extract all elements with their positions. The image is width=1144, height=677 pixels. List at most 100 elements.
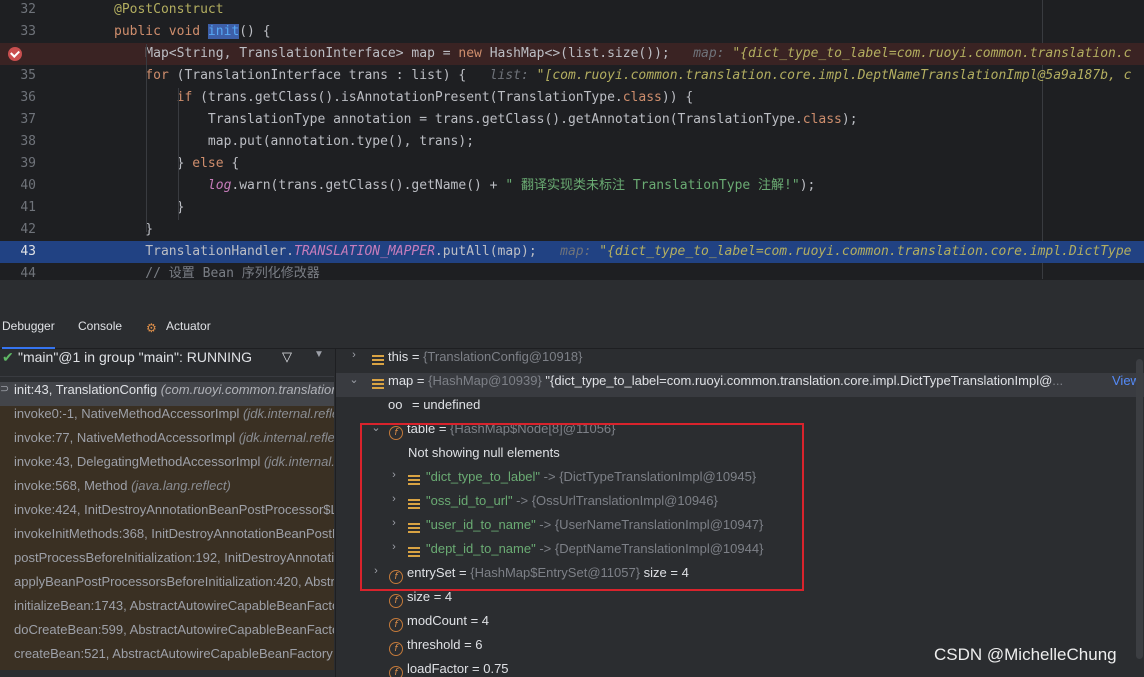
map-entry[interactable]: › "dict_type_to_label" -> {DictTypeTransl… bbox=[336, 469, 1144, 493]
entry-value: {DictTypeTranslationImpl@10945} bbox=[559, 469, 757, 484]
current-frame-arrow-icon: ⊃ bbox=[0, 383, 10, 395]
object-icon bbox=[372, 379, 384, 391]
code-text[interactable]: for (TranslationInterface trans : list) … bbox=[114, 65, 1131, 87]
code-line[interactable]: 34 Map<String, TranslationInterface> map… bbox=[0, 43, 1144, 65]
tab-console[interactable]: Console bbox=[78, 319, 122, 349]
chevron-down-icon[interactable]: ▼ bbox=[314, 349, 324, 360]
stack-frame[interactable]: invokeInitMethods:368, InitDestroyAnnota… bbox=[0, 526, 334, 550]
var-undefined[interactable]: oo = undefined bbox=[336, 397, 1144, 421]
thread-selector[interactable]: ✔ "main"@1 in group "main": RUNNING ▽ ▼ bbox=[0, 349, 334, 377]
code-text[interactable]: // 设置 Bean 序列化修改器 bbox=[114, 263, 319, 279]
breakpoint-icon[interactable] bbox=[8, 47, 22, 61]
code-line[interactable]: 44 // 设置 Bean 序列化修改器 bbox=[0, 263, 1144, 279]
frame-label: invoke:568, Method (java.lang.reflect) bbox=[14, 478, 231, 493]
map-entry[interactable]: › "user_id_to_name" -> {UserNameTranslati… bbox=[336, 517, 1144, 541]
code-text[interactable]: map.put(annotation.type(), trans); bbox=[114, 131, 474, 153]
vertical-scrollbar[interactable] bbox=[1136, 359, 1143, 659]
var-table[interactable]: ⌄ f table = {HashMap$Node[8]@11056} bbox=[336, 421, 1144, 445]
code-line[interactable]: 41 } bbox=[0, 197, 1144, 219]
frame-method: createBean:521, AbstractAutowireCapableB… bbox=[14, 646, 333, 661]
line-number[interactable]: 42 bbox=[0, 219, 36, 241]
frame-method: invoke:77, NativeMethodAccessorImpl bbox=[14, 430, 239, 445]
frame-method: init:43, TranslationConfig bbox=[14, 382, 161, 397]
stack-frame[interactable]: invoke:424, InitDestroyAnnotationBeanPos… bbox=[0, 502, 334, 526]
variables-panel: › this = {TranslationConfig@10918} ⌄ map… bbox=[335, 349, 1144, 677]
code-line[interactable]: 40 log.warn(trans.getClass().getName() +… bbox=[0, 175, 1144, 197]
stack-frame[interactable]: postProcessBeforeInitialization:192, Ini… bbox=[0, 550, 334, 574]
code-token: list: bbox=[489, 68, 537, 83]
code-editor[interactable]: 32 @PostConstruct 33 public void init() {34… bbox=[0, 0, 1144, 279]
line-number[interactable]: 35 bbox=[0, 65, 36, 87]
code-text[interactable]: TranslationHandler.TRANSLATION_MAPPER.pu… bbox=[114, 241, 1131, 263]
code-text[interactable]: Map<String, TranslationInterface> map = … bbox=[114, 43, 1131, 65]
map-entry[interactable]: › "dept_id_to_name" -> {DeptNameTranslati… bbox=[336, 541, 1144, 565]
tab-actuator-label: Actuator bbox=[166, 319, 211, 333]
code-line[interactable]: 38 map.put(annotation.type(), trans); bbox=[0, 131, 1144, 153]
var-modcount[interactable]: f modCount = 4 bbox=[336, 613, 1144, 637]
line-number[interactable]: 41 bbox=[0, 197, 36, 219]
code-line[interactable]: 42 } bbox=[0, 219, 1144, 241]
entry-key: "user_id_to_name" bbox=[426, 517, 536, 532]
tab-actuator[interactable]: ⚙ Actuator bbox=[146, 319, 211, 349]
var-value: "{dict_type_to_label=com.ruoyi.common.tr… bbox=[545, 373, 1053, 388]
code-text[interactable]: if (trans.getClass().isAnnotationPresent… bbox=[114, 87, 694, 109]
line-number[interactable]: 36 bbox=[0, 87, 36, 109]
code-line[interactable]: 35 for (TranslationInterface trans : lis… bbox=[0, 65, 1144, 87]
line-number[interactable]: 44 bbox=[0, 263, 36, 279]
var-size: size = 4 bbox=[643, 565, 689, 580]
code-text[interactable]: log.warn(trans.getClass().getName() + " … bbox=[114, 175, 815, 197]
stack-frame[interactable]: doCreateBean:599, AbstractAutowireCapabl… bbox=[0, 622, 334, 646]
chevron-right-icon[interactable]: › bbox=[388, 493, 400, 505]
code-text[interactable]: } else { bbox=[114, 153, 240, 175]
frame-method: invoke:424, InitDestroyAnnotationBeanPos… bbox=[14, 502, 334, 517]
stack-frame[interactable]: initializeBean:1743, AbstractAutowireCap… bbox=[0, 598, 334, 622]
code-text[interactable]: public void init() { bbox=[114, 21, 271, 43]
code-line[interactable]: 32 @PostConstruct bbox=[0, 0, 1144, 21]
chevron-down-icon[interactable]: ⌄ bbox=[348, 373, 360, 386]
code-line[interactable]: 33 public void init() { bbox=[0, 21, 1144, 43]
code-text[interactable]: } bbox=[114, 219, 153, 241]
line-number[interactable]: 32 bbox=[0, 0, 36, 21]
stack-frame[interactable]: invoke0:-1, NativeMethodAccessorImpl (jd… bbox=[0, 406, 334, 430]
code-text[interactable]: } bbox=[114, 197, 185, 219]
code-text[interactable]: @PostConstruct bbox=[114, 0, 224, 21]
code-line[interactable]: 39 } else { bbox=[0, 153, 1144, 175]
var-this[interactable]: › this = {TranslationConfig@10918} bbox=[336, 349, 1144, 373]
chevron-right-icon[interactable]: › bbox=[388, 469, 400, 481]
frame-method: invoke0:-1, NativeMethodAccessorImpl bbox=[14, 406, 244, 421]
map-entry[interactable]: › "oss_id_to_url" -> {OssUrlTranslationIm… bbox=[336, 493, 1144, 517]
code-token: { bbox=[231, 156, 240, 171]
line-number[interactable]: 39 bbox=[0, 153, 36, 175]
code-token: else bbox=[192, 156, 232, 171]
var-entryset[interactable]: › f entrySet = {HashMap$EntrySet@11057} … bbox=[336, 565, 1144, 589]
line-number[interactable]: 40 bbox=[0, 175, 36, 197]
line-number[interactable]: 43 bbox=[0, 241, 36, 263]
stack-frame[interactable]: applyBeanPostProcessorsBeforeInitializat… bbox=[0, 574, 334, 598]
var-name: map bbox=[388, 373, 414, 388]
var-size[interactable]: f size = 4 bbox=[336, 589, 1144, 613]
chevron-right-icon[interactable]: › bbox=[388, 517, 400, 529]
code-token: (TranslationInterface trans : list) { bbox=[176, 68, 490, 83]
code-text[interactable]: TranslationType annotation = trans.getCl… bbox=[114, 109, 858, 131]
stack-frame[interactable]: invoke:568, Method (java.lang.reflect) bbox=[0, 478, 334, 502]
line-number[interactable]: 38 bbox=[0, 131, 36, 153]
chevron-down-icon[interactable]: ⌄ bbox=[370, 421, 382, 434]
line-number[interactable]: 33 bbox=[0, 21, 36, 43]
chevron-right-icon[interactable]: › bbox=[348, 349, 360, 361]
stack-frame[interactable]: ⊃ init:43, TranslationConfig (com.ruoyi.c… bbox=[0, 382, 334, 406]
chevron-right-icon[interactable]: › bbox=[370, 565, 382, 577]
code-line[interactable]: 43 TranslationHandler.TRANSLATION_MAPPER… bbox=[0, 241, 1144, 263]
stack-frame[interactable]: invoke:43, DelegatingMethodAccessorImpl … bbox=[0, 454, 334, 478]
line-number[interactable]: 37 bbox=[0, 109, 36, 131]
var-map[interactable]: ⌄ map = {HashMap@10939} "{dict_type_to_l… bbox=[336, 373, 1144, 397]
stack-frame[interactable]: invoke:77, NativeMethodAccessorImpl (jdk… bbox=[0, 430, 334, 454]
filter-icon[interactable]: ▽ bbox=[282, 349, 292, 365]
tab-debugger[interactable]: Debugger bbox=[2, 319, 55, 349]
frame-method: initializeBean:1743, AbstractAutowireCap… bbox=[14, 598, 334, 613]
code-line[interactable]: 37 TranslationType annotation = trans.ge… bbox=[0, 109, 1144, 131]
code-line[interactable]: 36 if (trans.getClass().isAnnotationPres… bbox=[0, 87, 1144, 109]
chevron-right-icon[interactable]: › bbox=[388, 541, 400, 553]
object-icon bbox=[372, 355, 384, 367]
var-text: loadFactor = 0.75 bbox=[407, 661, 509, 676]
stack-frame[interactable]: createBean:521, AbstractAutowireCapableB… bbox=[0, 646, 334, 670]
